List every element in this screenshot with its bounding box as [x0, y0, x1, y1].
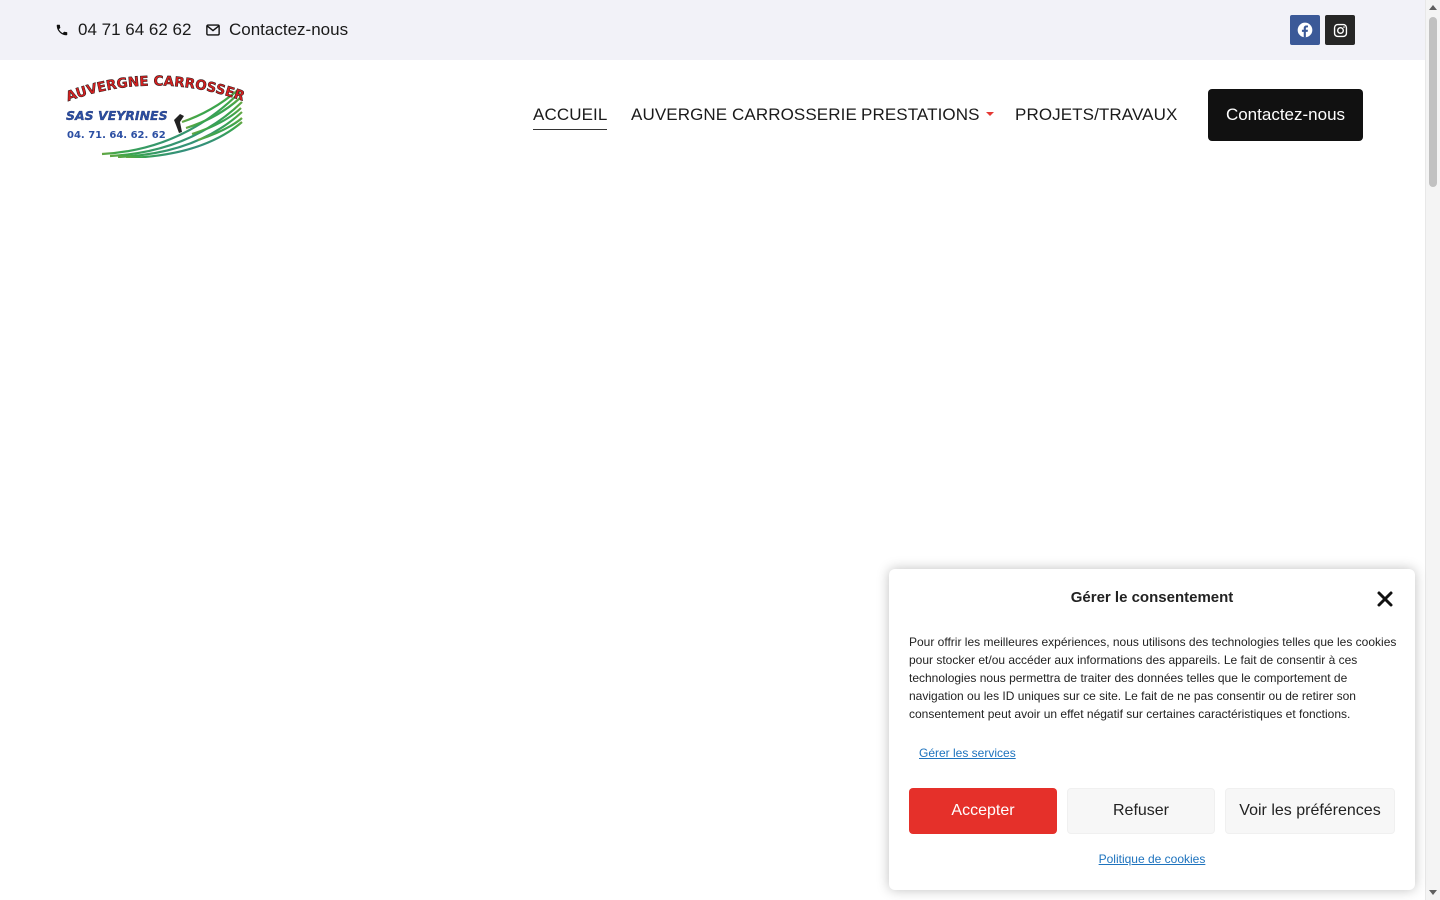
consent-title: Gérer le consentement: [1070, 589, 1234, 606]
contact-link[interactable]: Contactez-nous: [206, 0, 348, 60]
nav-projets-travaux[interactable]: PROJETS/TRAVAUX: [1015, 104, 1177, 126]
facebook-button[interactable]: [1290, 15, 1320, 45]
instagram-icon: [1333, 23, 1347, 37]
top-bar: 04 71 64 62 62 Contactez-nous: [0, 0, 1425, 60]
nav-prestations-label: PRESTATIONS: [861, 105, 980, 124]
instagram-button[interactable]: [1325, 15, 1355, 45]
logo-company: SAS VEYRINES: [66, 108, 168, 123]
cookie-consent-dialog: Gérer le consentement Pour offrir les me…: [889, 569, 1415, 890]
company-logo[interactable]: AUVERGNE CARROSSERIE SAS VEYRINES 04. 71…: [62, 72, 244, 158]
nav-auvergne-carrosserie[interactable]: AUVERGNE CARROSSERIE: [631, 104, 857, 126]
page-scrollbar[interactable]: [1425, 0, 1440, 900]
site-header: AUVERGNE CARROSSERIE SAS VEYRINES 04. 71…: [0, 60, 1425, 170]
envelope-icon: [206, 24, 220, 36]
refuse-button[interactable]: Refuser: [1067, 788, 1215, 834]
view-preferences-button[interactable]: Voir les préférences: [1225, 788, 1395, 834]
consent-description: Pour offrir les meilleures expériences, …: [909, 635, 1397, 721]
close-icon[interactable]: [1376, 590, 1394, 608]
phone-link[interactable]: 04 71 64 62 62: [55, 0, 191, 60]
scroll-up-arrow-icon[interactable]: [1429, 5, 1437, 10]
contact-label: Contactez-nous: [229, 20, 349, 39]
chevron-down-icon: [985, 111, 994, 116]
logo-phone: 04. 71. 64. 62. 62: [67, 130, 166, 141]
facebook-icon: [1297, 22, 1313, 38]
nav-accueil[interactable]: ACCUEIL: [533, 104, 608, 130]
manage-services-link[interactable]: Gérer les services: [919, 746, 1016, 760]
cookie-policy-link[interactable]: Politique de cookies: [889, 852, 1415, 866]
phone-number: 04 71 64 62 62: [78, 20, 192, 39]
nav-prestations[interactable]: PRESTATIONS: [861, 104, 994, 126]
scrollbar-thumb[interactable]: [1429, 17, 1437, 187]
svg-text:AUVERGNE CARROSSERIE: AUVERGNE CARROSSERIE: [62, 72, 244, 105]
accept-button[interactable]: Accepter: [909, 788, 1057, 834]
scroll-down-arrow-icon[interactable]: [1429, 890, 1437, 895]
contact-cta-button[interactable]: Contactez-nous: [1208, 89, 1363, 141]
phone-icon: [56, 24, 68, 36]
logo-title: AUVERGNE CARROSSERIE: [62, 72, 244, 105]
